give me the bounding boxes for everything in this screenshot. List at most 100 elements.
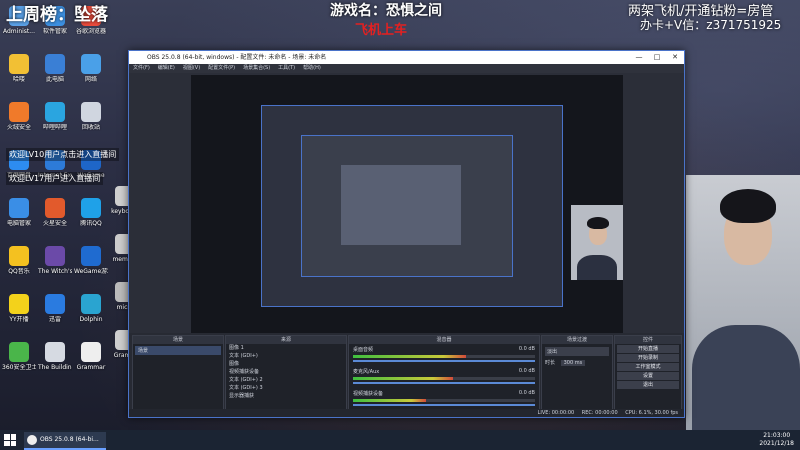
desktop-icon[interactable]: Dolphin (74, 294, 108, 338)
desktop-icon[interactable]: QQ音乐 (2, 246, 36, 290)
transitions-dock[interactable]: 场景过渡 淡出 时长 300 ms (541, 335, 613, 415)
desktop-icon[interactable]: 哔哩哔哩 (38, 102, 72, 146)
controls-dock: 控件 开始直播 开始录制 工作室模式 设置 退出 (614, 335, 682, 415)
windows-start-icon[interactable] (4, 434, 16, 446)
app-icon (81, 54, 101, 74)
maximize-button[interactable]: □ (648, 51, 666, 64)
volume-slider[interactable] (353, 382, 535, 384)
control-button[interactable]: 退出 (617, 381, 679, 389)
desktop-icon[interactable]: The Building (38, 342, 72, 386)
transition-type-select[interactable]: 淡出 (545, 347, 609, 356)
obs-menu-item[interactable]: 工具(T) (278, 65, 295, 71)
desktop-icon[interactable]: 迅雷 (38, 294, 72, 338)
desktop-icon[interactable]: 回收站 (74, 102, 108, 146)
obs-menu-item[interactable]: 场景集合(S) (243, 65, 270, 71)
app-icon (9, 246, 29, 266)
source-item[interactable]: 图像 (226, 360, 346, 368)
desktop-icon[interactable]: Grammar (74, 342, 108, 386)
app-icon (45, 198, 65, 218)
obs-menu-item[interactable]: 文件(F) (133, 65, 150, 71)
obs-menu-item[interactable]: 编辑(E) (158, 65, 175, 71)
obs-preview-canvas[interactable] (191, 75, 623, 375)
mixer-channel-name: 麦克风/Aux (353, 369, 380, 375)
desktop-icon[interactable]: 网络 (74, 54, 108, 98)
desktop-icon-label: QQ音乐 (8, 268, 30, 275)
desktop-icon[interactable]: 腾讯QQ (74, 198, 108, 242)
game-title: 游戏名：恐惧之间 (330, 3, 442, 19)
volume-slider[interactable] (353, 404, 535, 406)
desktop-icon[interactable]: The Witch's House MV (38, 246, 72, 290)
mixer-dock[interactable]: 混音器 桌面音频 0.0 dB 麦克风/Aux 0.0 dB 视频捕获设备 0.0 dB (348, 335, 540, 415)
weekly-rank-label: 上周榜：坠落 (6, 0, 108, 25)
desktop-icon-label: 哈喽 (12, 76, 25, 83)
preview-webcam-1-hair (587, 217, 609, 229)
taskbar-clock[interactable]: 21:03:00 2021/12/18 (759, 432, 794, 448)
scenes-dock[interactable]: 场景 场景 (132, 335, 224, 415)
volume-slider[interactable] (353, 360, 535, 362)
app-icon (45, 102, 65, 122)
app-icon (9, 102, 29, 122)
mixer-channel: 视频捕获设备 0.0 dB (353, 390, 535, 410)
clock-time: 21:03:00 (763, 432, 791, 439)
obs-menu-item[interactable]: 配置文件(P) (208, 65, 235, 71)
obs-title-text: OBS 25.0.8 (64-bit, windows) - 配置文件: 未命名… (147, 54, 327, 61)
mixer-channel: 麦克风/Aux 0.0 dB (353, 368, 535, 388)
volume-meter-fill (353, 355, 466, 358)
sources-dock-title: 来源 (226, 336, 346, 344)
desktop-icon[interactable]: YY开播 (2, 294, 36, 338)
obs-menu-item[interactable]: 视图(V) (183, 65, 200, 71)
desktop-icon[interactable]: 电脑管家 (2, 198, 36, 242)
source-item[interactable]: 视频捕获设备 (226, 368, 346, 376)
app-icon (9, 198, 29, 218)
source-item[interactable]: 文本 (GDI+) (226, 352, 346, 360)
desktop-icon-label: 网络 (84, 76, 97, 83)
volume-meter (353, 355, 535, 358)
app-icon (45, 294, 65, 314)
sources-dock[interactable]: 来源 图像 1 文本 (GDI+) 图像 视频捕获设备 文本 (GDI+) 2 文本 (G… (225, 335, 347, 415)
desktop-icon-label: 电脑管家 (6, 220, 31, 227)
desktop-icon-label: 此电脑 (45, 76, 64, 83)
notice-1: 欢迎LV10用户点击进入直播间 (6, 148, 120, 161)
mixer-dock-title: 混音器 (349, 336, 539, 344)
control-button[interactable]: 工作室模式 (617, 363, 679, 371)
taskbar-app-label: OBS 25.0.8 (64-bi... (40, 436, 99, 443)
source-item[interactable]: 文本 (GDI+) 2 (226, 376, 346, 384)
app-icon (81, 342, 101, 362)
source-item[interactable]: 文本 (GDI+) 3 (226, 384, 346, 392)
desktop-icon[interactable]: 此电脑 (38, 54, 72, 98)
taskbar-obs-button[interactable]: OBS 25.0.8 (64-bi... (24, 432, 106, 450)
obs-taskbar-icon (27, 435, 37, 445)
minimize-button[interactable]: — (630, 51, 648, 64)
desktop-icon[interactable]: WeGame游戏 (74, 246, 108, 290)
rank-prefix: 上周榜： (6, 5, 74, 25)
duration-input[interactable]: 300 ms (560, 360, 586, 366)
promo-red-text: 飞机上车 (355, 23, 408, 38)
scene-item[interactable]: 场景 (135, 346, 221, 355)
app-icon (45, 246, 65, 266)
control-button[interactable]: 开始直播 (617, 345, 679, 353)
desktop-icon-label: 腾讯QQ (80, 220, 102, 227)
desktop-icon[interactable]: 哈喽 (2, 54, 36, 98)
right-promo-line2: 办卡+V信：z371751925 (640, 18, 782, 32)
source-item[interactable]: 显示器捕获 (226, 392, 346, 400)
scenes-dock-title: 场景 (133, 336, 223, 344)
source-item[interactable]: 图像 1 (226, 344, 346, 352)
desktop-icon[interactable]: 火星安全 (38, 198, 72, 242)
control-button[interactable]: 开始录制 (617, 354, 679, 362)
obs-window[interactable]: OBS 25.0.8 (64-bit, windows) - 配置文件: 未命名… (128, 50, 685, 418)
app-icon (81, 246, 101, 266)
desktop-icon-label: Grammar (76, 364, 106, 371)
app-icon (9, 54, 29, 74)
desktop-icon[interactable]: 360安全卫士 (2, 342, 36, 386)
obs-menu-item[interactable]: 帮助(H) (303, 65, 321, 71)
mixer-channel-db: 0.0 dB (518, 346, 535, 352)
obs-titlebar[interactable]: OBS 25.0.8 (64-bit, windows) - 配置文件: 未命名… (129, 51, 684, 64)
mixer-channel: 桌面音频 0.0 dB (353, 346, 535, 366)
desktop-icon-label: 谷歌浏览器 (75, 28, 106, 35)
desktop-icon[interactable]: 火绒安全 (2, 102, 36, 146)
close-button[interactable]: ✕ (666, 51, 684, 64)
desktop-icon-label: The Witch's House MV (38, 268, 72, 275)
volume-meter (353, 377, 535, 380)
control-button[interactable]: 设置 (617, 372, 679, 380)
desktop-icon-label: The Building (38, 364, 72, 371)
